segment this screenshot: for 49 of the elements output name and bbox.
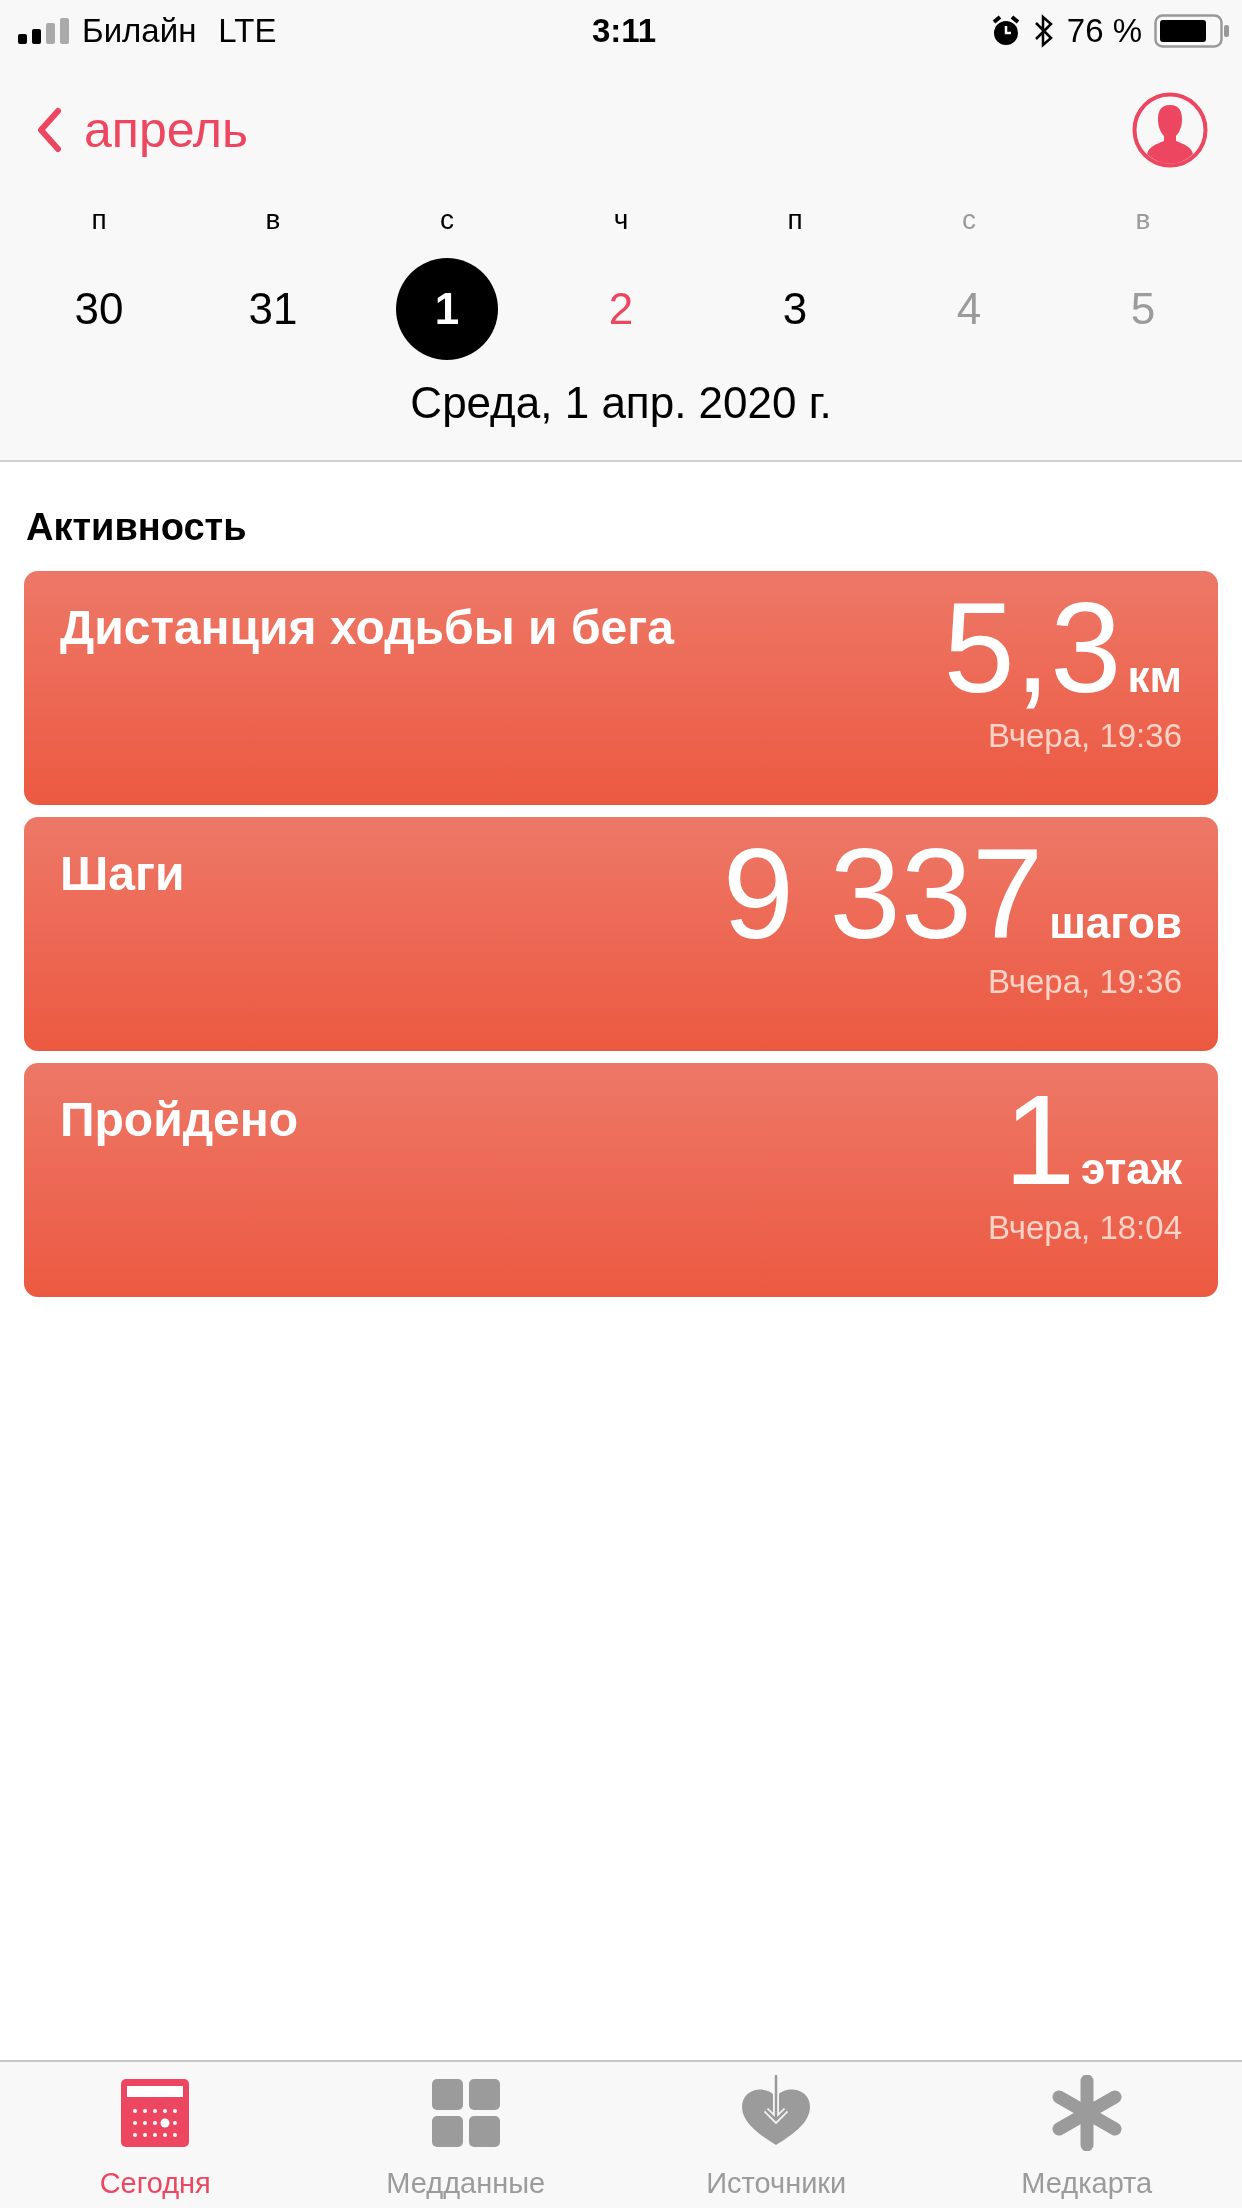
chevron-left-icon <box>36 107 62 153</box>
activity-card[interactable]: Дистанция ходьбы и бега 5,3 км Вчера, 19:36 <box>24 571 1218 805</box>
calendar-day[interactable]: 4 <box>918 258 1020 360</box>
activity-card[interactable]: Шаги 9 337 шагов Вчера, 19:36 <box>24 817 1218 1051</box>
metric-unit: этаж <box>1081 1144 1182 1194</box>
card-title: Шаги <box>60 846 185 902</box>
metric-value: 9 337 <box>722 827 1044 962</box>
weekday-label: п <box>90 203 108 237</box>
section-title: Активность <box>26 506 248 549</box>
metric-unit: км <box>1127 652 1182 702</box>
tab-item[interactable]: Медданные <box>310 2062 621 2208</box>
clock-time: 3:11 <box>591 12 657 50</box>
calendar-day[interactable]: 30 <box>48 258 150 360</box>
weekday-label: с <box>439 203 455 237</box>
alarm-icon <box>990 15 1021 47</box>
signal-icon <box>18 18 72 44</box>
calendar-day[interactable]: 3 <box>744 258 846 360</box>
calendar-day[interactable]: 5 <box>1092 258 1194 360</box>
timestamp: Вчера, 19:36 <box>987 717 1182 756</box>
timestamp: Вчера, 18:04 <box>987 1209 1182 1248</box>
metric-value: 1 <box>1003 1073 1076 1208</box>
grid-icon <box>431 2079 500 2147</box>
carrier-name: Билайн <box>82 12 197 50</box>
weekday-label: в <box>1134 203 1152 237</box>
selected-date: Среда, 1 апр. 2020 г. <box>409 378 833 428</box>
back-button[interactable]: апрель <box>36 101 249 159</box>
network-type: LTE <box>218 12 277 50</box>
weekday-label: ч <box>612 203 630 237</box>
card-title: Пройдено <box>60 1092 299 1148</box>
metric-unit: шагов <box>1049 898 1182 948</box>
weekday-label: п <box>786 203 804 237</box>
calendar-day[interactable]: 2 <box>570 258 672 360</box>
weekday-label: с <box>961 203 977 237</box>
tab-item[interactable]: Медкарта <box>931 2062 1242 2208</box>
calendar-day[interactable]: 31 <box>222 258 324 360</box>
metric-value: 5,3 <box>943 581 1122 716</box>
tab-item[interactable]: Сегодня <box>0 2062 311 2208</box>
activity-card[interactable]: Пройдено 1 этаж Вчера, 18:04 <box>24 1063 1218 1297</box>
battery-icon <box>1154 14 1230 48</box>
asterisk-icon <box>1050 2075 1123 2151</box>
profile-icon[interactable] <box>1132 92 1208 168</box>
tab-item[interactable]: Источники <box>621 2062 932 2208</box>
weekday-label: в <box>264 203 282 237</box>
bluetooth-icon <box>1032 14 1055 48</box>
calendar-day[interactable]: 1 <box>396 258 498 360</box>
timestamp: Вчера, 19:36 <box>987 963 1182 1002</box>
calendar-icon <box>121 2079 190 2147</box>
battery-percentage: 76 % <box>1066 12 1142 50</box>
card-title: Дистанция ходьбы и бега <box>60 600 674 656</box>
